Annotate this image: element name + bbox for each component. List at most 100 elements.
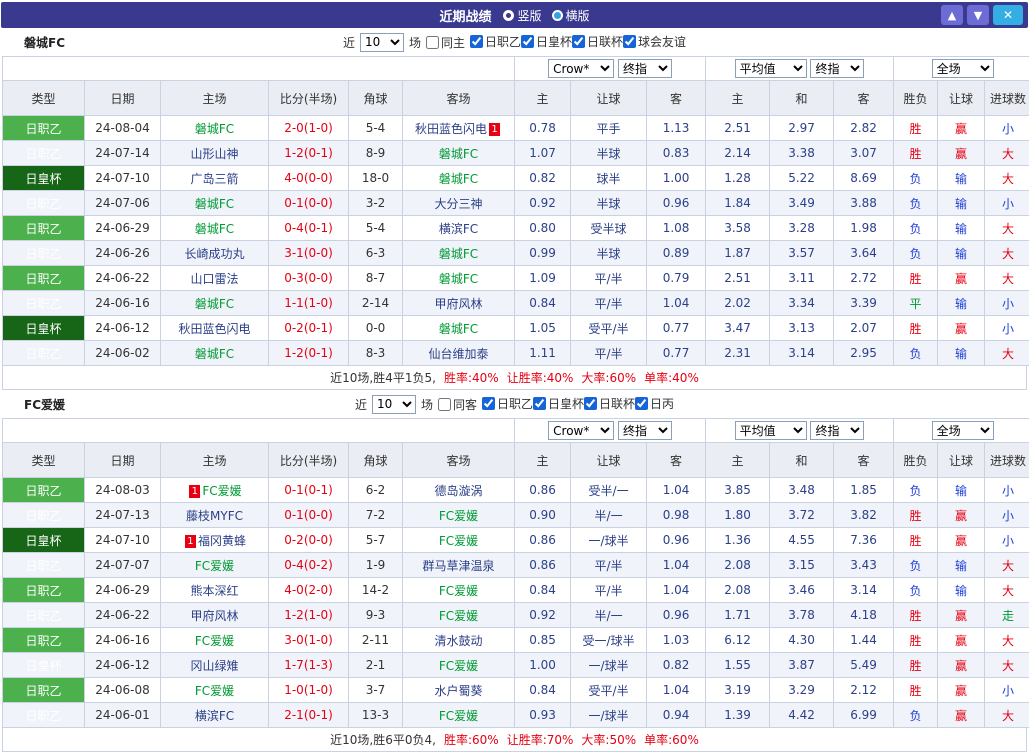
match-score[interactable]: 0-2(0-0): [269, 528, 349, 553]
layout-radio-vertical[interactable]: 竖版: [503, 7, 541, 24]
match-score[interactable]: 1-2(0-1): [269, 341, 349, 366]
home-team-name[interactable]: 冈山绿雉: [190, 659, 238, 673]
home-team[interactable]: 1FC爱媛: [161, 478, 269, 503]
home-team[interactable]: 广岛三箭: [161, 166, 269, 191]
match-score[interactable]: 1-2(1-0): [269, 603, 349, 628]
away-team-name[interactable]: 水户蜀葵: [435, 684, 483, 698]
home-team[interactable]: FC爱媛: [161, 553, 269, 578]
match-count-select[interactable]: 10: [360, 33, 404, 52]
away-team-name[interactable]: 磐城FC: [439, 247, 478, 261]
odds-source-select[interactable]: Crow*: [548, 421, 614, 440]
league-filter[interactable]: 日联杯: [584, 395, 635, 412]
scope-select[interactable]: 全场: [932, 59, 994, 78]
home-team[interactable]: 山口雷法: [161, 266, 269, 291]
home-team-name[interactable]: FC爱媛: [195, 634, 234, 648]
home-team[interactable]: 磐城FC: [161, 216, 269, 241]
home-team-name[interactable]: 山形山神: [190, 147, 238, 161]
match-score[interactable]: 1-7(1-3): [269, 653, 349, 678]
match-score[interactable]: 0-1(0-0): [269, 191, 349, 216]
away-team-name[interactable]: 大分三神: [435, 197, 483, 211]
home-team[interactable]: 横滨FC: [161, 703, 269, 728]
match-score[interactable]: 0-4(0-2): [269, 553, 349, 578]
away-team[interactable]: 仙台维加泰: [403, 341, 515, 366]
same-venue-checkbox[interactable]: [426, 36, 439, 49]
away-team[interactable]: FC爱媛: [403, 703, 515, 728]
home-team[interactable]: 磐城FC: [161, 341, 269, 366]
home-team-name[interactable]: 长崎成功丸: [184, 247, 244, 261]
away-team[interactable]: 水户蜀葵: [403, 678, 515, 703]
league-checkbox[interactable]: [470, 35, 483, 48]
league-filter[interactable]: 日皇杯: [533, 395, 584, 412]
away-team[interactable]: FC爱媛: [403, 653, 515, 678]
match-score[interactable]: 1-2(0-1): [269, 141, 349, 166]
home-team[interactable]: FC爱媛: [161, 628, 269, 653]
home-team-name[interactable]: FC爱媛: [202, 484, 241, 498]
league-checkbox[interactable]: [482, 397, 495, 410]
match-score[interactable]: 0-4(0-1): [269, 216, 349, 241]
away-team-name[interactable]: FC爱媛: [439, 609, 478, 623]
away-team-name[interactable]: FC爱媛: [439, 509, 478, 523]
home-team[interactable]: 秋田蓝色闪电: [161, 316, 269, 341]
match-score[interactable]: 4-0(2-0): [269, 578, 349, 603]
away-team[interactable]: 德岛漩涡: [403, 478, 515, 503]
same-venue-checkbox[interactable]: [438, 398, 451, 411]
home-team-name[interactable]: 广岛三箭: [190, 172, 238, 186]
league-filter[interactable]: 球会友谊: [623, 33, 686, 50]
match-score[interactable]: 0-1(0-1): [269, 478, 349, 503]
home-team-name[interactable]: 横滨FC: [195, 709, 234, 723]
same-venue-filter[interactable]: 同主: [426, 34, 465, 51]
away-team[interactable]: FC爱媛: [403, 603, 515, 628]
move-down-button[interactable]: ▼: [967, 5, 989, 25]
match-score[interactable]: 0-1(0-0): [269, 503, 349, 528]
away-team[interactable]: FC爱媛: [403, 578, 515, 603]
odds-time-select[interactable]: 终指: [618, 421, 672, 440]
match-score[interactable]: 0-2(0-1): [269, 316, 349, 341]
league-checkbox[interactable]: [521, 35, 534, 48]
match-score[interactable]: 2-1(0-1): [269, 703, 349, 728]
league-checkbox[interactable]: [635, 397, 648, 410]
away-team-name[interactable]: 群马草津温泉: [423, 559, 495, 573]
home-team[interactable]: 藤枝MYFC: [161, 503, 269, 528]
away-team-name[interactable]: FC爱媛: [439, 534, 478, 548]
home-team-name[interactable]: 磐城FC: [195, 347, 234, 361]
home-team[interactable]: 甲府风林: [161, 603, 269, 628]
avg-time-select[interactable]: 终指: [810, 59, 864, 78]
close-button[interactable]: ✕: [993, 5, 1023, 25]
away-team[interactable]: 大分三神: [403, 191, 515, 216]
home-team-name[interactable]: 磐城FC: [195, 122, 234, 136]
home-team-name[interactable]: 熊本深红: [190, 584, 238, 598]
home-team-name[interactable]: 藤枝MYFC: [186, 509, 243, 523]
home-team-name[interactable]: 磐城FC: [195, 197, 234, 211]
home-team[interactable]: FC爱媛: [161, 678, 269, 703]
move-up-button[interactable]: ▲: [941, 5, 963, 25]
away-team-name[interactable]: 秋田蓝色闪电: [415, 122, 487, 136]
league-checkbox[interactable]: [572, 35, 585, 48]
home-team-name[interactable]: 甲府风林: [190, 609, 238, 623]
layout-radio-horizontal[interactable]: 横版: [552, 7, 590, 24]
match-score[interactable]: 3-1(0-0): [269, 241, 349, 266]
home-team-name[interactable]: 磐城FC: [195, 222, 234, 236]
league-filter[interactable]: 日皇杯: [521, 33, 572, 50]
away-team[interactable]: 磐城FC: [403, 241, 515, 266]
league-checkbox[interactable]: [584, 397, 597, 410]
home-team-name[interactable]: FC爱媛: [195, 684, 234, 698]
home-team[interactable]: 磐城FC: [161, 291, 269, 316]
match-score[interactable]: 1-0(1-0): [269, 678, 349, 703]
league-filter[interactable]: 日职乙: [470, 33, 521, 50]
away-team[interactable]: 甲府风林: [403, 291, 515, 316]
away-team[interactable]: FC爱媛: [403, 528, 515, 553]
away-team[interactable]: 磐城FC: [403, 316, 515, 341]
home-team[interactable]: 磐城FC: [161, 116, 269, 141]
match-score[interactable]: 4-0(0-0): [269, 166, 349, 191]
league-filter[interactable]: 日职乙: [482, 395, 533, 412]
away-team[interactable]: 群马草津温泉: [403, 553, 515, 578]
home-team[interactable]: 磐城FC: [161, 191, 269, 216]
away-team-name[interactable]: FC爱媛: [439, 709, 478, 723]
avg-time-select[interactable]: 终指: [810, 421, 864, 440]
away-team-name[interactable]: 磐城FC: [439, 272, 478, 286]
match-score[interactable]: 1-1(1-0): [269, 291, 349, 316]
home-team-name[interactable]: 山口雷法: [190, 272, 238, 286]
away-team-name[interactable]: FC爱媛: [439, 659, 478, 673]
home-team[interactable]: 冈山绿雉: [161, 653, 269, 678]
avg-source-select[interactable]: 平均值: [735, 59, 807, 78]
